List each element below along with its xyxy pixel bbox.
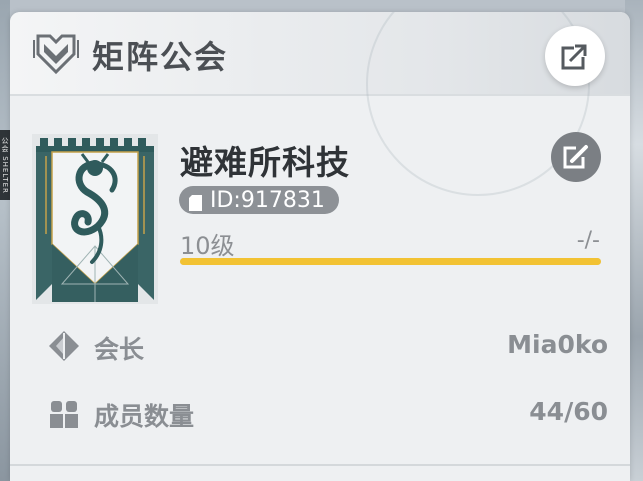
serpent-banner-icon: [32, 134, 158, 304]
guild-name: 避难所科技: [180, 143, 350, 182]
leader-value: Mia0ko: [507, 330, 608, 359]
leader-label: 会长: [94, 335, 145, 364]
members-icon: [48, 397, 80, 429]
bottom-divider: [10, 464, 630, 466]
guild-level: 10级: [180, 232, 235, 260]
guild-exp: -/-: [576, 228, 600, 253]
members-row: 成员数量 44/60: [48, 393, 608, 433]
members-value: 44/60: [529, 397, 608, 426]
panel-header: 矩阵公会: [10, 12, 630, 196]
edit-pencil-icon: [563, 145, 588, 169]
side-tab[interactable]: 公会 SHELTER: [0, 130, 10, 200]
members-label: 成员数量: [94, 402, 195, 431]
level-progress-bar: [180, 258, 601, 265]
shield-emblem-icon: [32, 30, 80, 78]
copy-document-icon: [189, 192, 202, 211]
share-button[interactable]: [545, 26, 605, 86]
guild-info-panel: 矩阵公会 避难所科技 ID:917831 10级 -/- 会长 Mia0ko 成…: [10, 12, 630, 481]
share-export-icon: [561, 43, 588, 70]
level-progress-fill: [180, 258, 601, 265]
leader-row: 会长 Mia0ko: [48, 326, 608, 366]
edit-guild-button[interactable]: [551, 132, 601, 182]
background-left: [0, 0, 10, 481]
page-title: 矩阵公会: [92, 38, 229, 76]
guild-id-text: ID:917831: [210, 187, 325, 213]
guild-id-badge[interactable]: ID:917831: [179, 186, 339, 214]
leader-diamond-icon: [48, 330, 80, 362]
